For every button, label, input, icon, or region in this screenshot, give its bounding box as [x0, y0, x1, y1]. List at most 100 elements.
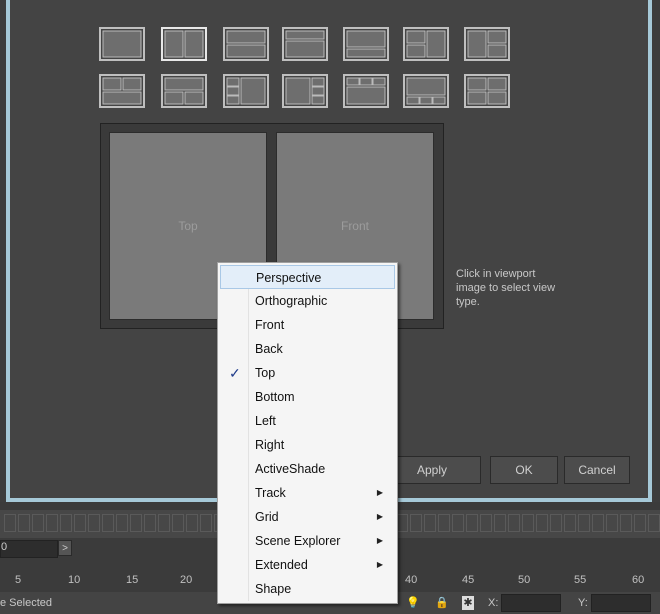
hint-text: Click in viewport image to select view t… — [456, 268, 556, 308]
track-cell — [466, 514, 478, 532]
menu-item-label: Scene Explorer — [255, 534, 341, 548]
ok-button[interactable]: OK — [490, 456, 558, 484]
layout-two-vertical-button[interactable] — [161, 27, 207, 61]
menu-item[interactable]: Front — [220, 313, 395, 337]
menu-item-label: Front — [255, 318, 285, 332]
track-cell — [172, 514, 184, 532]
menu-item[interactable]: Scene Explorer ▶ — [220, 529, 395, 553]
track-cell — [102, 514, 114, 532]
layout-single-button[interactable] — [99, 27, 145, 61]
ruler-tick: 40 — [405, 574, 418, 586]
ruler-tick: 15 — [126, 574, 139, 586]
ruler-tick: 50 — [518, 574, 531, 586]
track-cell — [522, 514, 534, 532]
track-cell — [648, 514, 660, 532]
submenu-arrow-icon: ▶ — [376, 488, 383, 497]
menu-item[interactable]: Bottom — [220, 385, 395, 409]
menu-item[interactable]: Back — [220, 337, 395, 361]
layout-three-top-split-button[interactable] — [99, 74, 145, 108]
track-cell — [634, 514, 646, 532]
menu-item-label: Left — [255, 414, 276, 428]
viewport-right-label: Front — [340, 219, 369, 233]
checkmark-icon: ✓ — [229, 365, 241, 381]
next-frame-button[interactable]: > — [58, 540, 72, 556]
ruler-tick: 55 — [574, 574, 587, 586]
menu-item[interactable]: Right — [220, 433, 395, 457]
track-cell — [116, 514, 128, 532]
submenu-arrow-icon: ▶ — [376, 536, 383, 545]
ruler-tick: 10 — [68, 574, 81, 586]
menu-item[interactable]: Extended ▶ — [220, 553, 395, 577]
menu-item-label: Extended — [255, 558, 308, 572]
frame-field[interactable]: 0 — [0, 540, 58, 558]
track-cell — [508, 514, 520, 532]
track-cell — [60, 514, 72, 532]
layout-bottom-small-button[interactable] — [343, 27, 389, 61]
x-coordinate-field[interactable] — [501, 594, 561, 612]
menu-item[interactable]: ✓ Top — [220, 361, 395, 385]
menu-item[interactable]: Perspective — [220, 265, 395, 289]
lightbulb-icon[interactable]: 💡 — [406, 596, 420, 610]
track-cell — [32, 514, 44, 532]
ruler-tick: 45 — [462, 574, 475, 586]
track-cell — [536, 514, 548, 532]
y-coordinate-field[interactable] — [591, 594, 651, 612]
layout-four-left-column-button[interactable] — [223, 74, 269, 108]
layout-two-horizontal-button[interactable] — [223, 27, 269, 61]
cancel-button[interactable]: Cancel — [564, 456, 630, 484]
track-cell — [480, 514, 492, 532]
track-cell — [158, 514, 170, 532]
frame-field-value: 0 — [1, 541, 8, 553]
x-label: X: — [488, 597, 499, 609]
track-cell — [410, 514, 422, 532]
menu-item-label: Back — [255, 342, 283, 356]
layout-three-bottom-split-button[interactable] — [161, 74, 207, 108]
viewport-left-label: Top — [178, 219, 198, 233]
layout-four-bottom-row-button[interactable] — [403, 74, 449, 108]
menu-item-label: Orthographic — [255, 294, 328, 308]
menu-item[interactable]: ActiveShade — [220, 457, 395, 481]
menu-item-label: Shape — [255, 582, 292, 596]
menu-item-label: Perspective — [256, 271, 322, 285]
lock-icon[interactable]: 🔒 — [435, 596, 449, 610]
view-type-context-menu: Perspective Orthographic Front Back ✓ Top Bott… — [217, 262, 398, 604]
track-cell — [200, 514, 212, 532]
track-cell — [18, 514, 30, 532]
track-cell — [74, 514, 86, 532]
layout-four-top-row-button[interactable] — [343, 74, 389, 108]
track-cell — [494, 514, 506, 532]
selection-snap-icon[interactable]: ✱ — [462, 596, 474, 610]
menu-item-label: Bottom — [255, 390, 295, 404]
menu-item[interactable]: Left — [220, 409, 395, 433]
track-cell — [592, 514, 604, 532]
menu-item[interactable]: Orthographic — [220, 289, 395, 313]
menu-item-label: Grid — [255, 510, 279, 524]
ruler-tick: 20 — [180, 574, 193, 586]
submenu-arrow-icon: ▶ — [376, 512, 383, 521]
track-cell — [88, 514, 100, 532]
track-cell — [578, 514, 590, 532]
track-cell — [46, 514, 58, 532]
track-cell — [452, 514, 464, 532]
menu-item-label: Track — [255, 486, 286, 500]
submenu-arrow-icon: ▶ — [376, 560, 383, 569]
track-cell — [186, 514, 198, 532]
menu-item[interactable]: Track ▶ — [220, 481, 395, 505]
ruler-tick: 5 — [15, 574, 22, 586]
track-cell — [550, 514, 562, 532]
menu-item[interactable]: Grid ▶ — [220, 505, 395, 529]
menu-item-label: ActiveShade — [255, 462, 326, 476]
track-cell — [438, 514, 450, 532]
layout-three-right-split-button[interactable] — [464, 27, 510, 61]
track-cell — [4, 514, 16, 532]
track-cell — [620, 514, 632, 532]
layout-top-small-button[interactable] — [282, 27, 328, 61]
selection-status: e Selected — [0, 597, 52, 609]
layout-three-left-split-button[interactable] — [403, 27, 449, 61]
track-cell — [606, 514, 618, 532]
menu-item-label: Top — [255, 366, 276, 380]
menu-item[interactable]: Shape — [220, 577, 395, 601]
layout-four-right-column-button[interactable] — [282, 74, 328, 108]
layout-four-grid-button[interactable] — [464, 74, 510, 108]
ruler-tick: 60 — [632, 574, 645, 586]
